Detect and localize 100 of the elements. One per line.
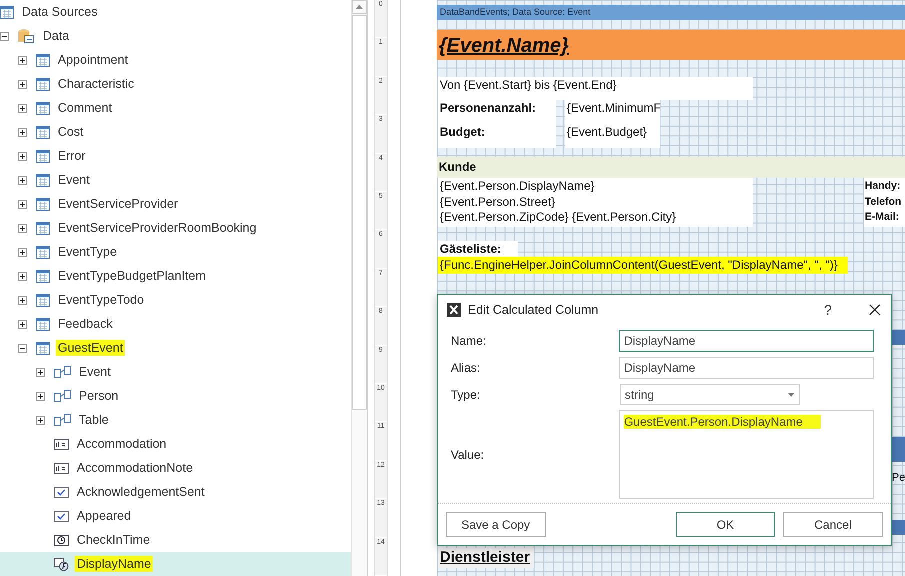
expand-toggle[interactable] <box>18 200 27 208</box>
tree-item[interactable]: DisplayName <box>0 552 351 576</box>
expand-toggle[interactable] <box>18 224 27 232</box>
checkbox-icon <box>54 486 69 498</box>
field-label: Type: <box>451 388 482 402</box>
tree-item[interactable]: Characteristic <box>0 72 351 96</box>
close-icon[interactable] <box>869 304 881 316</box>
expression-field: {Func.EngineHelper.JoinColumnContent(GuestEvent, "DisplayName", ", ")} <box>438 257 848 274</box>
tree-item-label: EventTypeTodo <box>57 292 146 308</box>
tree-item-label: EventServiceProviderRoomBooking <box>57 220 258 236</box>
relation-icon <box>54 366 71 378</box>
tree-item[interactable]: Feedback <box>0 312 351 336</box>
relation-icon <box>54 414 71 426</box>
expand-toggle[interactable] <box>18 248 27 256</box>
tree-item[interactable]: CheckInTime <box>0 528 351 552</box>
tree-item[interactable]: GuestEvent <box>0 336 351 360</box>
tree-item[interactable]: AcknowledgementSent <box>0 480 351 504</box>
expand-toggle[interactable] <box>18 272 27 280</box>
tree-item-label: Appeared <box>76 508 132 524</box>
tree-item[interactable]: Accommodation <box>0 432 351 456</box>
scrollbar[interactable] <box>351 0 367 576</box>
expand-toggle[interactable] <box>18 296 27 304</box>
scroll-up-icon[interactable] <box>356 5 363 9</box>
value-textarea[interactable]: GuestEvent.Person.DisplayName <box>619 410 874 499</box>
label-field: Personenanzahl: <box>438 100 556 124</box>
expand-toggle[interactable] <box>18 152 27 160</box>
expand-toggle[interactable] <box>18 320 27 328</box>
tree-item-label: DisplayName <box>75 556 154 572</box>
table-icon <box>36 150 50 162</box>
field-label: Name: <box>451 334 488 348</box>
table-icon <box>0 6 14 18</box>
tree-item-label: EventServiceProvider <box>57 196 180 212</box>
tree-item-label: Appointment <box>57 52 130 68</box>
table-icon <box>36 126 50 138</box>
checkbox-icon <box>54 510 69 522</box>
dropdown-caret-icon <box>788 392 795 396</box>
table-icon <box>36 318 50 330</box>
label-field: Gästeliste: <box>438 241 518 257</box>
dialog-button[interactable]: Cancel <box>783 512 884 537</box>
expand-toggle[interactable] <box>18 128 27 136</box>
band-header: DataBandEvents; Data Source: Event <box>437 5 905 20</box>
tree-item-label: Cost <box>57 124 85 140</box>
tree-item[interactable]: Data Sources <box>0 0 351 24</box>
tree-item-label: Accommodation <box>76 436 168 452</box>
tree-item[interactable]: EventTypeTodo <box>0 288 351 312</box>
report-title-field: {Event.Name} <box>437 30 905 60</box>
tree-item[interactable]: Table <box>0 408 351 432</box>
label-line: E-Mail: <box>865 210 900 225</box>
tree-item[interactable]: Event <box>0 360 351 384</box>
label-line: Telefon <box>865 194 903 210</box>
tree-item-label: Comment <box>57 100 114 116</box>
tree-item[interactable]: Error <box>0 144 351 168</box>
expand-toggle[interactable] <box>36 368 45 376</box>
table-icon <box>36 222 50 234</box>
table-icon <box>36 270 50 282</box>
tree-item[interactable]: Appeared <box>0 504 351 528</box>
tree-item[interactable]: Event <box>0 168 351 192</box>
collapse-toggle[interactable] <box>0 32 9 40</box>
tree-item[interactable]: AccommodationNote <box>0 456 351 480</box>
table-icon <box>36 54 50 66</box>
section-header: Kunde <box>437 157 905 178</box>
expand-toggle[interactable] <box>18 176 27 184</box>
tree-item-label: Person <box>78 388 120 404</box>
section-heading: Dienstleister <box>438 548 534 568</box>
tree-item[interactable]: Cost <box>0 120 351 144</box>
tree-item[interactable]: EventTypeBudgetPlanItem <box>0 264 351 288</box>
calculated-column-icon <box>54 558 69 570</box>
table-icon <box>36 102 50 114</box>
tree-item-label: Characteristic <box>57 76 136 92</box>
label-field: Budget: <box>438 124 556 148</box>
table-icon <box>36 342 50 354</box>
tree-item[interactable]: Data <box>0 24 351 48</box>
help-button[interactable]: ? <box>824 302 832 318</box>
text-input[interactable]: DisplayName <box>619 357 874 379</box>
tree-item-label: AccommodationNote <box>76 460 194 476</box>
tree-item-label: Error <box>57 148 87 164</box>
tree-item-label: EventTypeBudgetPlanItem <box>57 268 208 284</box>
expand-toggle[interactable] <box>18 56 27 64</box>
text-line: {Event.Person.DisplayName} <box>440 179 596 194</box>
expand-toggle[interactable] <box>36 392 45 400</box>
expand-toggle[interactable] <box>36 416 45 424</box>
table-icon <box>36 198 50 210</box>
dialog-button[interactable]: Save a Copy <box>446 512 546 537</box>
tree-item-label: EventType <box>57 244 118 260</box>
tree-item-label: Table <box>78 412 110 428</box>
type-dropdown[interactable]: string <box>620 384 800 405</box>
tree-item[interactable]: Appointment <box>0 48 351 72</box>
tree-item-label: Data <box>42 28 70 44</box>
collapse-toggle[interactable] <box>18 344 27 352</box>
tree-item[interactable]: Comment <box>0 96 351 120</box>
expand-toggle[interactable] <box>18 104 27 112</box>
tree-item[interactable]: EventType <box>0 240 351 264</box>
tree-item[interactable]: EventServiceProviderRoomBooking <box>0 216 351 240</box>
text-input[interactable]: DisplayName <box>619 330 874 352</box>
tree-item[interactable]: Person <box>0 384 351 408</box>
expand-toggle[interactable] <box>18 80 27 88</box>
tree-item[interactable]: EventServiceProvider <box>0 192 351 216</box>
dialog-button[interactable]: OK <box>676 512 776 537</box>
clock-icon <box>54 534 69 546</box>
relation-icon <box>54 390 71 402</box>
